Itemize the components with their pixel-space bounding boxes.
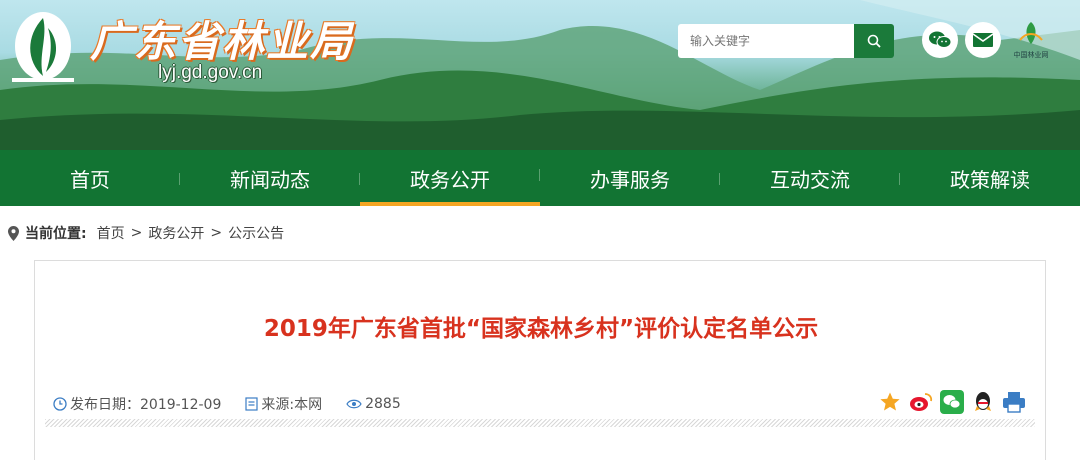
eye-icon (346, 399, 362, 409)
weibo-share-button[interactable] (908, 389, 934, 415)
mail-icon (972, 33, 994, 47)
print-icon (1003, 392, 1025, 413)
nav-label: 办事服务 (590, 167, 670, 192)
site-header: 广东省林业局 lyj.gd.gov.cn 中国林业网 (0, 0, 1080, 150)
breadcrumb-notices[interactable]: 公示公告 (228, 223, 284, 243)
forest-logo-icon (1019, 22, 1043, 44)
source-text: 来源:本网 (261, 397, 323, 413)
leaf-logo-icon (12, 12, 74, 82)
nav-label: 新闻动态 (230, 167, 310, 192)
breadcrumb-home[interactable]: 首页 (97, 223, 125, 243)
breadcrumb-separator: > (210, 225, 223, 241)
view-count-text: 2885 (365, 396, 401, 412)
search-input[interactable] (678, 24, 854, 58)
article-meta: 发布日期：2019-12-09 来源:本网 2885 (53, 394, 425, 414)
article-panel: 2019年广东省首批“国家森林乡村”评价认定名单公示 发布日期：2019-12-… (34, 260, 1046, 460)
publish-date: 发布日期：2019-12-09 (53, 394, 221, 414)
search-box (678, 24, 894, 58)
clock-icon (53, 397, 67, 411)
favorite-star-icon (880, 392, 900, 411)
china-forestry-link[interactable]: 中国林业网 (1008, 20, 1054, 60)
qq-icon (975, 392, 991, 411)
badge-caption: 中国林业网 (1013, 52, 1049, 59)
nav-label: 政务公开 (410, 167, 490, 192)
article-title: 2019年广东省首批“国家森林乡村”评价认定名单公示 (263, 316, 819, 342)
nav-home[interactable]: 首页 (0, 150, 180, 206)
breadcrumb-label: 当前位置: (25, 226, 87, 242)
favorite-button[interactable] (877, 389, 903, 415)
print-button[interactable] (1001, 389, 1027, 415)
nav-news[interactable]: 新闻动态 (180, 150, 360, 206)
main-nav: 首页 新闻动态 政务公开 办事服务 互动交流 政策解读 (0, 150, 1080, 206)
location-pin-icon (8, 225, 19, 241)
wechat-icon (929, 31, 952, 48)
nav-interaction[interactable]: 互动交流 (720, 150, 900, 206)
search-icon (867, 34, 881, 48)
nav-label: 政策解读 (950, 167, 1030, 192)
site-title[interactable]: 广东省林业局 (90, 8, 354, 69)
nav-gov-affairs[interactable]: 政务公开 (360, 150, 540, 206)
breadcrumb-separator: > (130, 225, 143, 241)
wechat-share-button[interactable] (939, 389, 965, 415)
nav-policy[interactable]: 政策解读 (900, 150, 1080, 206)
view-count: 2885 (346, 396, 401, 412)
site-logo[interactable] (8, 6, 78, 90)
divider-pattern (45, 419, 1035, 427)
mail-button[interactable] (965, 22, 1001, 58)
weibo-icon (910, 393, 933, 411)
share-bar (872, 389, 1027, 415)
nav-services[interactable]: 办事服务 (540, 150, 720, 206)
nav-label: 互动交流 (770, 167, 850, 192)
article-source: 来源:本网 (245, 394, 322, 414)
wechat-button[interactable] (922, 22, 958, 58)
document-icon (245, 397, 258, 411)
nav-label: 首页 (70, 167, 110, 192)
qq-share-button[interactable] (970, 389, 996, 415)
wechat-icon (940, 390, 964, 414)
breadcrumb-gov-affairs[interactable]: 政务公开 (148, 223, 204, 243)
site-url[interactable]: lyj.gd.gov.cn (158, 62, 262, 84)
publish-date-text: 发布日期：2019-12-09 (70, 397, 222, 413)
search-button[interactable] (854, 24, 894, 58)
breadcrumb: 当前位置: 首页 > 政务公开 > 公示公告 (8, 222, 284, 244)
